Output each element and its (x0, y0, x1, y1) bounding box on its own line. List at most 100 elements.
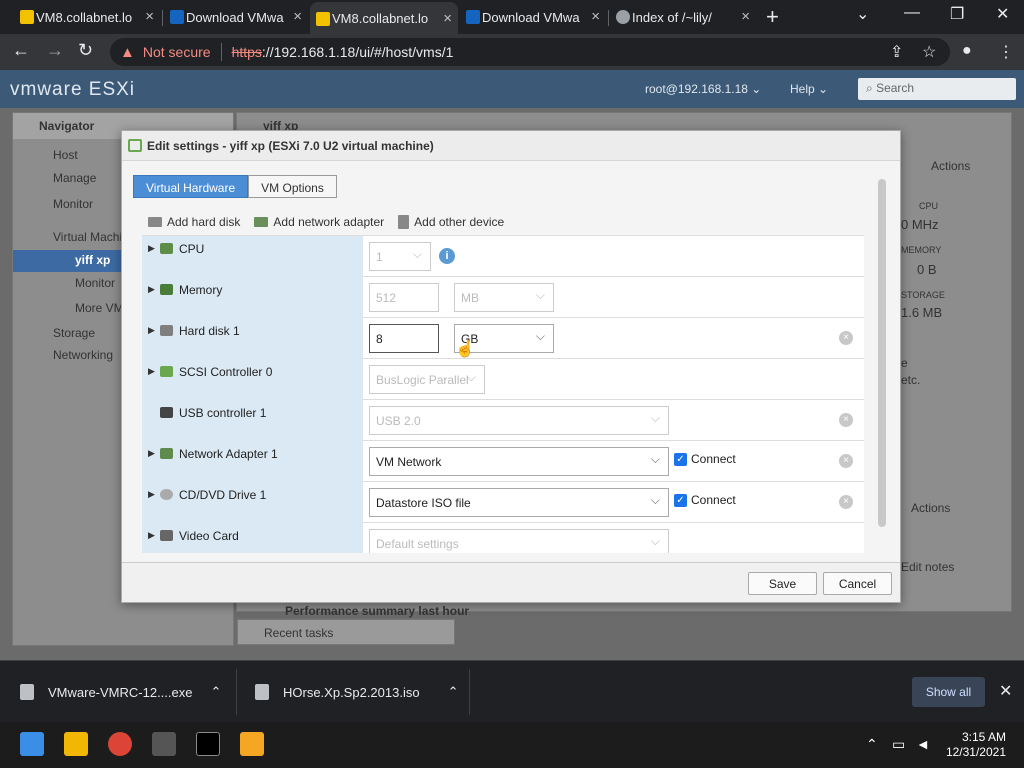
nav-storage[interactable]: Storage (53, 326, 95, 340)
browser-tab-1[interactable]: VM8.collabnet.lo × (14, 0, 160, 34)
disk-size-input[interactable]: 8 (369, 324, 439, 353)
network-select[interactable]: VM Network (369, 447, 669, 476)
terminal-icon[interactable] (196, 732, 220, 756)
tab-virtual-hardware[interactable]: Virtual Hardware (133, 175, 249, 198)
browser-tab-4[interactable]: Download VMwa × (460, 0, 606, 34)
edit-notes-link[interactable]: Edit notes (901, 560, 954, 574)
actions-menu[interactable]: Actions (931, 159, 970, 173)
chevron-up-icon[interactable]: ⌃ (448, 684, 459, 700)
menu-kebab-icon[interactable]: ⋮ (998, 42, 1014, 62)
hw-row-cd-dvd-drive: ▶ CD/DVD Drive 1 Datastore ISO file ✓ Co… (142, 482, 864, 523)
vm-edit-icon (128, 139, 142, 152)
file-explorer-icon[interactable] (64, 732, 88, 756)
tab-search-icon[interactable]: ⌄ (856, 4, 869, 24)
download-item-1[interactable]: VMware-VMRC-12....exe ⌃ (20, 661, 221, 723)
not-secure-label[interactable]: Not secure (143, 44, 211, 60)
nav-host[interactable]: Host (53, 148, 78, 162)
cpu-count-select[interactable]: 1 (369, 242, 431, 271)
minimize-icon[interactable]: — (904, 4, 920, 22)
tab-close-icon[interactable]: × (145, 8, 154, 25)
chrome-icon[interactable] (108, 732, 132, 756)
close-icon[interactable]: ✕ (999, 681, 1012, 701)
dialog-title-text: Edit settings - yiff xp (ESXi 7.0 U2 vir… (147, 139, 434, 153)
actions-menu-2[interactable]: Actions (911, 501, 950, 515)
tab-separator (162, 10, 163, 26)
info-icon[interactable]: i (439, 248, 455, 264)
new-tab-icon[interactable]: + (766, 4, 779, 30)
remove-device-icon[interactable]: × (839, 413, 853, 427)
show-all-button[interactable]: Show all (912, 677, 985, 707)
download-shelf: VMware-VMRC-12....exe ⌃ HOrse.Xp.Sp2.201… (0, 660, 1024, 722)
profile-icon[interactable]: ● (962, 42, 972, 60)
help-menu[interactable]: Help ⌄ (790, 82, 828, 96)
tab-close-icon[interactable]: × (293, 8, 302, 25)
expand-arrow-icon[interactable]: ▶ (148, 284, 155, 295)
hard-disk-icon (148, 217, 162, 227)
back-icon[interactable]: ← (12, 40, 30, 61)
expand-arrow-icon[interactable]: ▶ (148, 489, 155, 500)
browser-tab-3-active[interactable]: VM8.collabnet.lo × (310, 2, 458, 34)
remove-device-icon[interactable]: × (839, 454, 853, 468)
clock-date: 12/31/2021 (945, 745, 1006, 759)
tab-close-icon[interactable]: × (443, 10, 452, 27)
expand-arrow-icon[interactable]: ▶ (148, 448, 155, 459)
hw-row-header: ▶ CD/DVD Drive 1 (142, 482, 363, 523)
usb-type-select[interactable]: USB 2.0 (369, 406, 669, 435)
taskbar-clock[interactable]: 3:15 AM 12/31/2021 (940, 730, 1006, 760)
collabnet-icon (20, 10, 34, 24)
add-network-adapter-button[interactable]: Add network adapter (254, 215, 384, 229)
bookmark-star-icon[interactable]: ☆ (922, 42, 936, 62)
cd-source-select[interactable]: Datastore ISO file (369, 488, 669, 517)
share-icon[interactable]: ⇪ (890, 42, 903, 62)
expand-arrow-icon[interactable]: ▶ (148, 243, 155, 254)
tab-close-icon[interactable]: × (741, 8, 750, 25)
hw-label: CPU (179, 242, 205, 256)
tab-close-icon[interactable]: × (591, 8, 600, 25)
connect-checkbox[interactable]: ✓ (674, 453, 687, 466)
app-icon[interactable] (240, 732, 264, 756)
scsi-controller-icon (160, 366, 173, 377)
remove-device-icon[interactable]: × (839, 495, 853, 509)
dialog-scrollbar[interactable] (878, 179, 886, 527)
add-other-device-button[interactable]: Add other device (398, 215, 504, 229)
remove-device-icon[interactable]: × (839, 331, 853, 345)
cancel-button[interactable]: Cancel (823, 572, 892, 595)
start-icon[interactable] (20, 732, 44, 756)
chevron-up-icon[interactable]: ⌃ (210, 684, 221, 700)
tab-vm-options[interactable]: VM Options (248, 175, 337, 198)
scsi-type-select[interactable]: BusLogic Parallel (369, 365, 485, 394)
recent-tasks-tab[interactable]: Recent tasks (237, 619, 455, 645)
video-settings-select[interactable]: Default settings (369, 529, 669, 553)
add-network-adapter-label: Add network adapter (273, 215, 385, 229)
tray-chevron-up-icon[interactable]: ⌃ (866, 736, 878, 753)
reload-icon[interactable]: ↻ (78, 40, 93, 61)
volume-icon[interactable]: ◄ (916, 736, 930, 752)
download-item-2[interactable]: HOrse.Xp.Sp2.2013.iso ⌃ (255, 661, 458, 723)
expand-arrow-icon[interactable]: ▶ (148, 530, 155, 541)
network-tray-icon[interactable]: ▭ (892, 736, 905, 753)
nav-vm-monitor[interactable]: Monitor (75, 276, 115, 290)
user-menu[interactable]: root@192.168.1.18 ⌄ (645, 82, 761, 96)
address-bar[interactable]: ▲ Not secure https ://192.168.1.18/ui/#/… (110, 38, 950, 66)
close-window-icon[interactable]: ✕ (996, 4, 1009, 24)
store-icon[interactable] (152, 732, 176, 756)
save-button[interactable]: Save (748, 572, 817, 595)
dialog-title: Edit settings - yiff xp (ESXi 7.0 U2 vir… (122, 131, 900, 161)
nav-manage[interactable]: Manage (53, 171, 96, 185)
expand-arrow-icon[interactable]: ▶ (148, 325, 155, 336)
hw-row-header: ▶ CPU (142, 236, 363, 277)
nav-vm-yiff-xp[interactable]: yiff xp (75, 253, 110, 267)
forward-icon[interactable]: → (46, 40, 64, 61)
expand-arrow-icon[interactable]: ▶ (148, 366, 155, 377)
nav-monitor[interactable]: Monitor (53, 197, 93, 211)
browser-tab-2[interactable]: Download VMwa × (164, 0, 308, 34)
download-filename: VMware-VMRC-12....exe (48, 684, 193, 700)
connect-checkbox[interactable]: ✓ (674, 494, 687, 507)
browser-tab-5[interactable]: Index of /~lily/ × (610, 0, 756, 34)
search-input[interactable]: ⌕ Search (858, 78, 1016, 100)
add-hard-disk-button[interactable]: Add hard disk (148, 215, 240, 229)
maximize-icon[interactable]: ❐ (950, 4, 964, 24)
memory-size-input[interactable]: 512 (369, 283, 439, 312)
vmware-icon (466, 10, 480, 24)
memory-unit-select[interactable]: MB (454, 283, 554, 312)
